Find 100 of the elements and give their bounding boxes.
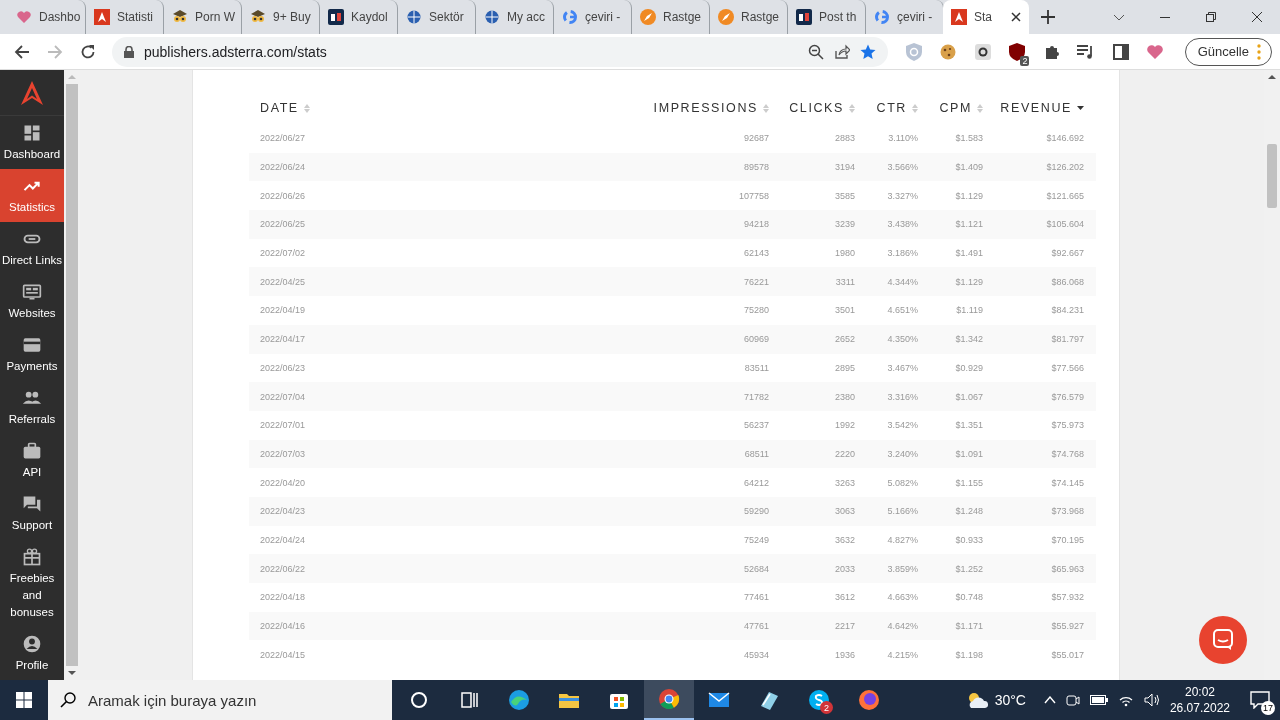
table-cell-text: 2022/07/03 <box>260 448 307 459</box>
sidebar-item[interactable]: Support <box>0 487 64 540</box>
table-cell-text: 3612 <box>833 592 855 603</box>
sidebar-item[interactable]: Referrals <box>0 381 64 434</box>
table-cell-text: 76221 <box>742 276 769 287</box>
column-header[interactable]: IMPRESSIONS <box>653 101 758 115</box>
tab-title: Rastge <box>663 10 702 24</box>
table-cell-text: $1.342 <box>954 334 983 345</box>
sidebar-item[interactable]: Profile <box>0 627 64 680</box>
table-cell-text: 4.350% <box>886 334 918 345</box>
table-cell-text: 2022/04/19 <box>260 305 307 316</box>
sidebar-item[interactable]: Statistics <box>0 169 64 222</box>
table-cell-text: 1936 <box>833 649 855 660</box>
table-cell-text: 4.642% <box>886 621 918 632</box>
table-cell-text: $1.121 <box>954 219 983 230</box>
table-cell-text: $126.202 <box>1045 162 1084 173</box>
browser-tab[interactable]: Sta <box>943 0 1029 34</box>
tab-title: çeviri - <box>897 10 933 24</box>
temperature[interactable]: 30°C <box>994 692 1026 708</box>
table-cell-text: 3.327% <box>886 190 918 201</box>
update-button[interactable]: Güncelle <box>1184 37 1272 66</box>
table-cell-text: $92.667 <box>1050 248 1084 259</box>
table-cell-text: 2022/06/27 <box>260 133 307 144</box>
column-header[interactable]: CPM <box>939 101 972 115</box>
table-cell-text: $1.129 <box>954 276 983 287</box>
table-cell-text: $86.068 <box>1050 276 1084 287</box>
table-cell-text: 71782 <box>742 391 769 402</box>
search-field[interactable]: Aramak için buraya yazın <box>48 680 392 720</box>
table-cell-text: 94218 <box>742 219 769 230</box>
table-cell-text: $57.932 <box>1050 592 1084 603</box>
table-cell-text: 5.082% <box>886 477 918 488</box>
table-cell-text: 68511 <box>743 448 769 459</box>
table-cell-text: $76.579 <box>1050 391 1084 402</box>
sidebar-item[interactable]: Dashboard <box>0 116 64 169</box>
tab-title: Post th <box>819 10 857 24</box>
column-header[interactable]: CLICKS <box>789 101 844 115</box>
sidebar-item[interactable]: Websites <box>0 275 64 328</box>
table-cell-text: $0.929 <box>954 362 983 373</box>
table-cell-text: 2022/04/16 <box>260 621 307 632</box>
tab-title: Sta <box>974 10 992 24</box>
table-cell-text: $1.198 <box>954 649 983 660</box>
tab-title: My acc <box>507 10 545 24</box>
table-cell-text: $77.566 <box>1050 362 1084 373</box>
table-cell-text: 4.215% <box>886 649 918 660</box>
table-cell-text: 64212 <box>742 477 769 488</box>
table-cell-text: $1.248 <box>954 506 983 517</box>
table-cell-text: 47761 <box>742 621 769 632</box>
table-cell-text: 52684 <box>742 563 769 574</box>
table-cell-text: $0.748 <box>954 592 983 603</box>
table-cell-text: 2022/04/17 <box>260 334 307 345</box>
tab-title: Statisti <box>117 10 153 24</box>
table-cell-text: 92687 <box>742 133 769 144</box>
table-cell-text: 4.651% <box>886 305 918 316</box>
table-cell-text: $1.067 <box>954 391 983 402</box>
clock[interactable]: 20:02 26.07.2022 <box>1169 684 1230 716</box>
table-cell-text: $1.491 <box>954 248 983 259</box>
table-cell-text: 107758 <box>737 190 769 201</box>
column-header[interactable]: CTR <box>876 101 907 115</box>
taskbar-app[interactable]: 2 <box>794 680 844 720</box>
table-cell-text: 1980 <box>833 248 855 259</box>
sidebar-item[interactable]: Freebies and bonuses <box>0 540 64 627</box>
sidebar-item[interactable]: Payments <box>0 328 64 381</box>
table-cell-text: 2022/07/02 <box>260 248 307 259</box>
address-bar[interactable]: publishers.adsterra.com/stats <box>111 36 889 67</box>
table-cell-text: $0.933 <box>954 534 983 545</box>
table-cell-text: 2033 <box>833 563 855 574</box>
table-cell-text: $1.252 <box>954 563 983 574</box>
table-cell-text: 4.344% <box>886 276 918 287</box>
notification-badge: 17 <box>1261 701 1275 715</box>
table-cell-text: 3263 <box>833 477 855 488</box>
table-cell-text: $74.768 <box>1050 448 1084 459</box>
table-cell-text: 62143 <box>742 248 769 259</box>
table-cell-text: 3239 <box>833 219 855 230</box>
table-cell-text: 3.316% <box>886 391 918 402</box>
table-cell-text: 2022/06/23 <box>260 362 307 373</box>
table-cell-text: $65.963 <box>1050 563 1084 574</box>
table-cell-text: 2883 <box>833 133 855 144</box>
table-cell-text: 3.859% <box>886 563 918 574</box>
table-cell-text: 3194 <box>833 162 855 173</box>
table-cell-text: $1.583 <box>954 133 983 144</box>
sidebar-item[interactable]: Direct Links <box>0 222 64 275</box>
table-cell-text: 3501 <box>833 305 855 316</box>
table-cell-text: 3.542% <box>886 420 918 431</box>
table-cell-text: 3.110% <box>887 133 918 144</box>
column-header[interactable]: DATE <box>260 101 299 115</box>
table-cell-text: 3.467% <box>886 362 918 373</box>
table-cell-text: 2022/04/18 <box>260 592 307 603</box>
table-cell-text: $1.351 <box>954 420 983 431</box>
table-cell-text: $1.091 <box>954 448 983 459</box>
table-cell-text: 2022/04/24 <box>260 534 307 545</box>
column-header[interactable]: REVENUE <box>1000 101 1072 115</box>
sidebar-item[interactable]: API <box>0 434 64 487</box>
table-cell-text: 3.438% <box>886 219 918 230</box>
table-cell-text: 56237 <box>742 420 769 431</box>
table-cell-text: 3311 <box>834 276 855 287</box>
tab-title: Sektör <box>429 10 464 24</box>
table-cell-text: 3.240% <box>886 448 918 459</box>
table-cell-text: $1.119 <box>955 305 983 316</box>
table-cell-text: $81.797 <box>1050 334 1084 345</box>
tab-title: Rastge <box>741 10 780 24</box>
